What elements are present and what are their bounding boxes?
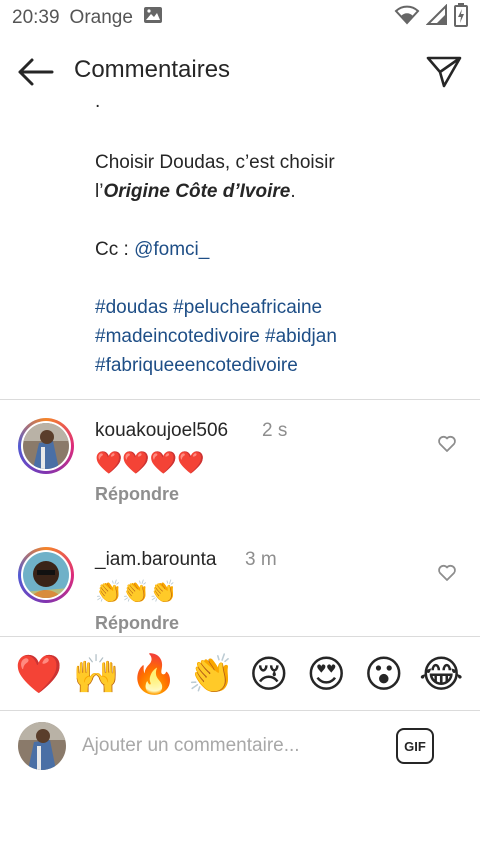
- comment-username[interactable]: kouakoujoel506: [95, 420, 228, 442]
- comment-composer: GIF: [0, 710, 480, 782]
- avatar: [18, 722, 66, 770]
- post-caption: . Choisir Doudas, c’est choisir l’Origin…: [95, 92, 465, 380]
- gif-button[interactable]: GIF: [396, 728, 434, 764]
- emoji-fire[interactable]: 🔥: [128, 640, 180, 710]
- image-notification-icon: [143, 6, 163, 30]
- comment-item: _iam.barounta 3 m 👏👏👏 Répondre: [0, 547, 480, 647]
- wifi-icon: [394, 5, 420, 31]
- divider: [0, 399, 480, 400]
- like-button[interactable]: [437, 434, 457, 454]
- emoji-heart-eyes[interactable]: 😍: [300, 640, 352, 710]
- emoji-surprised-face[interactable]: 😮: [358, 640, 410, 710]
- back-arrow-icon: [18, 58, 54, 86]
- battery-icon: [454, 3, 468, 33]
- signal-icon: [425, 3, 448, 32]
- caption-line: Choisir Doudas, c’est choisir: [95, 152, 335, 173]
- emoji-quick-bar: ❤️ 🙌 🔥 👏 😢 😍 😮 😂: [0, 640, 480, 710]
- comment-time: 3 m: [245, 549, 277, 570]
- mention-link[interactable]: @fomci_: [134, 239, 209, 260]
- reply-button[interactable]: Répondre: [95, 613, 179, 635]
- caption-text: .: [290, 181, 296, 202]
- status-icons: [394, 3, 468, 33]
- comment-time: 2 s: [262, 420, 288, 441]
- page-title: Commentaires: [74, 56, 231, 83]
- emoji-clapping-hands[interactable]: 👏: [185, 640, 237, 710]
- comment-username[interactable]: _iam.barounta: [95, 549, 216, 571]
- emoji-raising-hands[interactable]: 🙌: [70, 640, 122, 710]
- emoji-red-heart[interactable]: ❤️: [13, 640, 65, 710]
- caption-emphasis: Origine Côte d’Ivoire: [103, 181, 291, 202]
- caption-dot: .: [95, 91, 101, 112]
- hashtag-line[interactable]: #fabriqueeencotedivoire: [95, 351, 465, 380]
- caption-cc: Cc : @fomci_: [95, 235, 465, 264]
- divider: [0, 636, 480, 637]
- comment-text: ❤️❤️❤️❤️: [95, 450, 205, 475]
- cc-label: Cc :: [95, 239, 135, 260]
- heart-outline-icon: [438, 435, 456, 452]
- like-button[interactable]: [437, 563, 457, 583]
- share-button[interactable]: [424, 54, 464, 90]
- status-carrier: Orange: [69, 7, 133, 28]
- hashtag-line[interactable]: #madeincotedivoire #abidjan: [95, 322, 465, 351]
- heart-outline-icon: [438, 564, 456, 581]
- avatar[interactable]: [18, 418, 74, 474]
- emoji-tears-of-joy[interactable]: 😂: [415, 640, 467, 710]
- comment-item: kouakoujoel506 2 s ❤️❤️❤️❤️ Répondre: [0, 418, 480, 518]
- caption-line: l’Origine Côte d’Ivoire.: [95, 177, 465, 206]
- emoji-crying-face[interactable]: 😢: [243, 640, 295, 710]
- comment-input[interactable]: [82, 732, 382, 760]
- status-bar: 20:39 Orange: [0, 0, 480, 36]
- comment-text: 👏👏👏: [95, 579, 178, 604]
- status-time: 20:39: [12, 7, 60, 28]
- avatar[interactable]: [18, 547, 74, 603]
- paper-plane-icon: [426, 56, 462, 88]
- reply-button[interactable]: Répondre: [95, 484, 179, 505]
- hashtag-line[interactable]: #doudas #pelucheafricaine: [95, 293, 465, 322]
- back-button[interactable]: [16, 56, 56, 88]
